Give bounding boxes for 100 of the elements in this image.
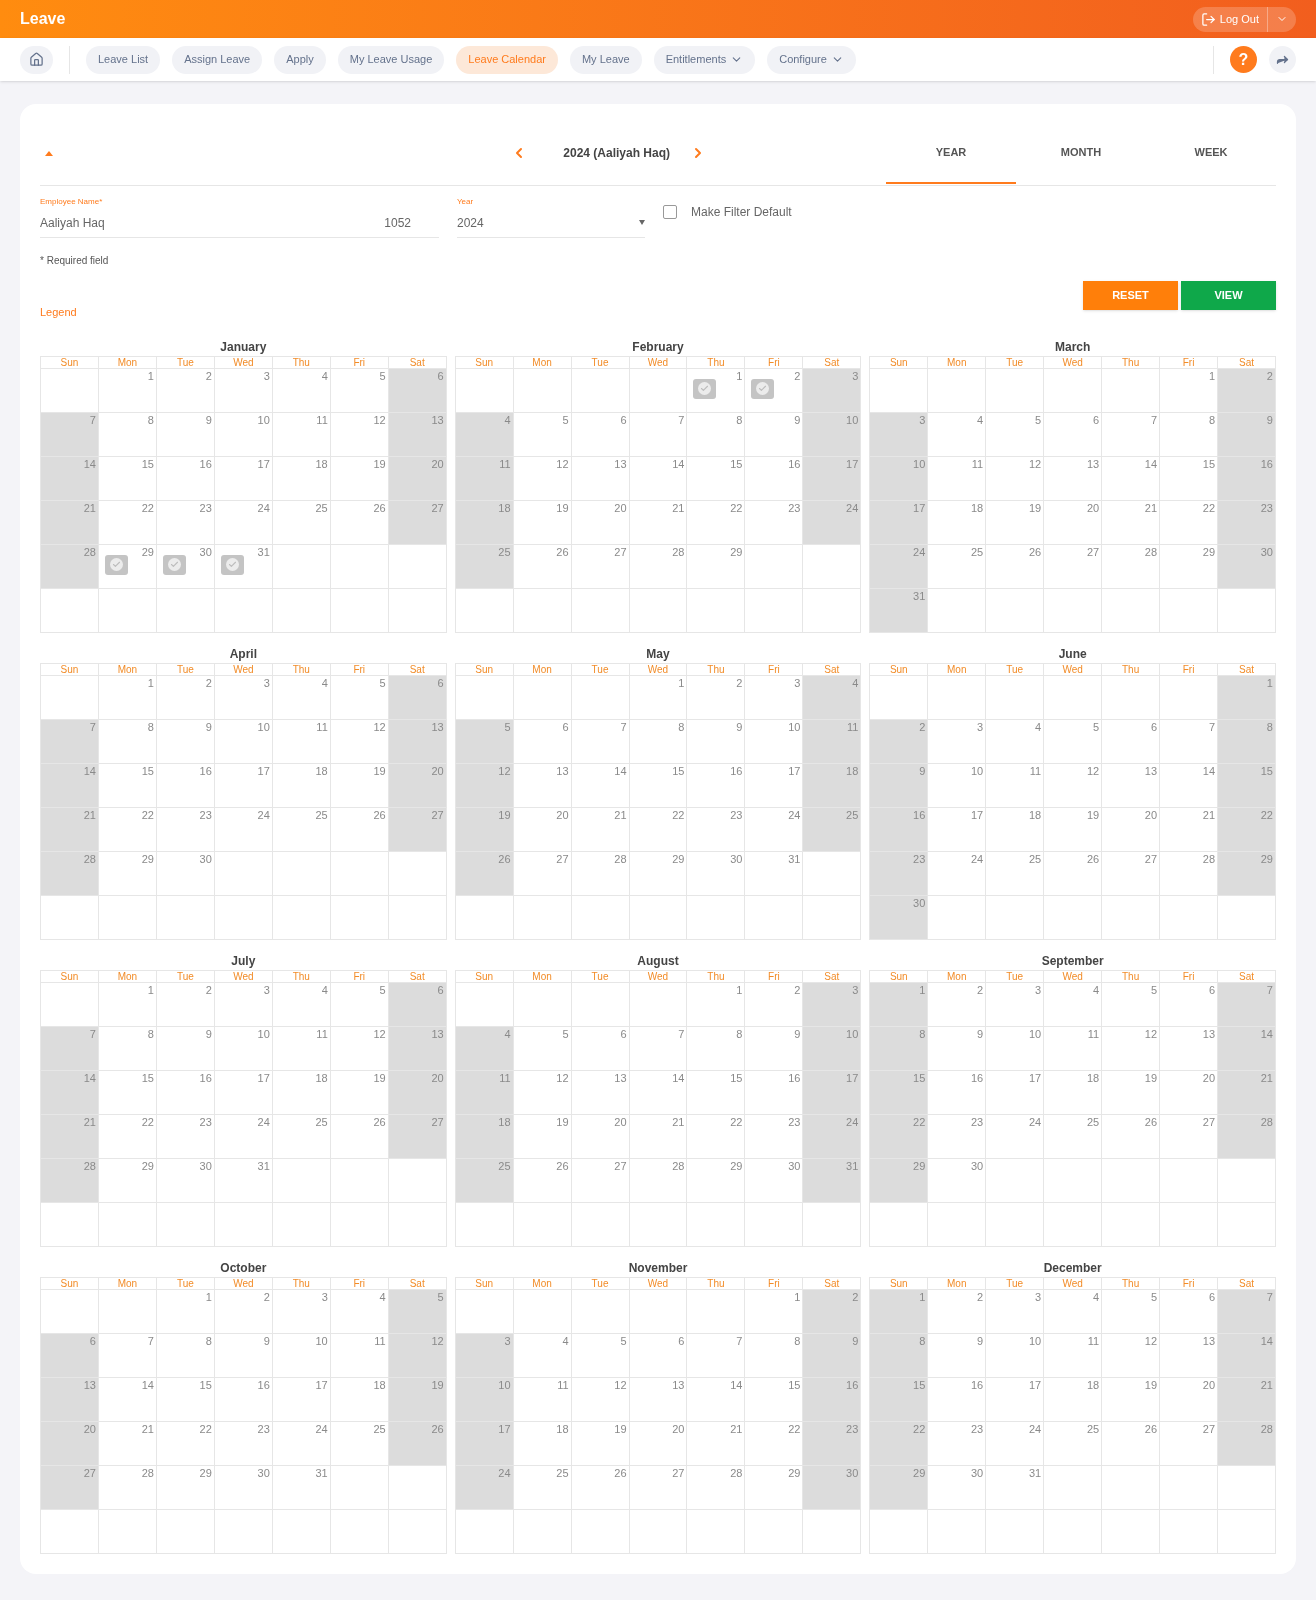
day-number: 4 bbox=[504, 413, 511, 426]
day-number: 19 bbox=[1028, 501, 1042, 514]
nav-tab[interactable]: My Leave Usage bbox=[337, 45, 445, 74]
nav-tab[interactable]: Apply bbox=[274, 45, 326, 74]
weekday-header: Thu bbox=[1102, 356, 1161, 369]
day-number: 2 bbox=[263, 1290, 270, 1303]
day-number: 9 bbox=[1266, 413, 1273, 426]
day-number: 28 bbox=[672, 545, 685, 558]
leave-check-icon[interactable] bbox=[104, 554, 128, 575]
day-number: 27 bbox=[556, 852, 569, 865]
logout-label[interactable]: Log Out bbox=[1219, 10, 1259, 28]
day-number: 7 bbox=[736, 1334, 743, 1347]
day-number: 15 bbox=[141, 1071, 154, 1084]
leave-check-icon[interactable] bbox=[162, 554, 186, 575]
weekday-header: Sat bbox=[1218, 663, 1276, 676]
day-number: 3 bbox=[794, 676, 801, 689]
view-button[interactable]: VIEW bbox=[1181, 281, 1276, 310]
day-number: 6 bbox=[678, 1334, 685, 1347]
leave-check-icon[interactable] bbox=[751, 378, 775, 399]
weekday-header: Tue bbox=[156, 356, 215, 369]
reset-button[interactable]: RESET bbox=[1083, 281, 1178, 310]
weekday-header: Thu bbox=[1102, 1277, 1161, 1290]
day-number: 5 bbox=[1150, 983, 1158, 996]
share-button[interactable] bbox=[1269, 46, 1296, 73]
day-number: 9 bbox=[205, 720, 212, 733]
day-number: 7 bbox=[678, 1027, 685, 1040]
weekday-header: Sun bbox=[41, 1277, 99, 1290]
nav-tab[interactable]: Configure bbox=[767, 45, 856, 74]
checkbox[interactable] bbox=[663, 205, 677, 219]
day-number: 8 bbox=[205, 1334, 212, 1347]
day-number: 18 bbox=[315, 1071, 328, 1084]
day-number: 7 bbox=[89, 1027, 96, 1040]
weekday-header: Sun bbox=[870, 970, 929, 983]
day-number: 12 bbox=[498, 764, 511, 777]
day-number: 13 bbox=[556, 764, 569, 777]
day-number: 7 bbox=[1150, 413, 1158, 426]
day-number: 30 bbox=[199, 1159, 212, 1172]
nav-tab[interactable]: My Leave bbox=[569, 45, 642, 74]
day-number: 11 bbox=[557, 1378, 569, 1391]
month-title: April bbox=[228, 645, 258, 662]
logout-button[interactable]: Log Out bbox=[1192, 6, 1296, 32]
day-number: 16 bbox=[199, 457, 212, 470]
day-number: 24 bbox=[1028, 1422, 1042, 1435]
view-tab[interactable]: WEEK bbox=[1146, 122, 1276, 184]
nav-tab[interactable]: Leave List bbox=[86, 45, 161, 74]
day-number: 22 bbox=[141, 1115, 154, 1128]
day-number: 25 bbox=[498, 545, 511, 558]
day-number: 18 bbox=[1086, 1378, 1100, 1391]
leave-check-icon[interactable] bbox=[693, 378, 717, 399]
nav-tab[interactable]: Entitlements bbox=[653, 45, 756, 74]
view-tab[interactable]: MONTH bbox=[1016, 122, 1146, 184]
day-number: 13 bbox=[83, 1378, 96, 1391]
day-number: 14 bbox=[83, 1071, 96, 1084]
day-number: 26 bbox=[1086, 852, 1100, 865]
day-number: 13 bbox=[1144, 764, 1158, 777]
day-number: 31 bbox=[846, 1159, 859, 1172]
day-number: 29 bbox=[141, 1159, 154, 1172]
leave-check-icon[interactable] bbox=[220, 554, 244, 575]
day-number: 23 bbox=[970, 1115, 984, 1128]
day-number: 19 bbox=[1086, 808, 1100, 821]
day-number: 3 bbox=[852, 369, 859, 382]
weekday-header: Fri bbox=[330, 356, 389, 369]
weekday-header: Mon bbox=[513, 1277, 572, 1290]
day-number: 31 bbox=[315, 1466, 328, 1479]
day-number: 19 bbox=[373, 764, 386, 777]
weekday-header: Wed bbox=[214, 970, 273, 983]
day-number: 12 bbox=[556, 1071, 569, 1084]
day-number: 12 bbox=[1028, 457, 1042, 470]
day-number: 22 bbox=[788, 1422, 801, 1435]
weekday-header: Mon bbox=[513, 663, 572, 676]
year-dropdown[interactable]: 2024 bbox=[457, 208, 645, 238]
day-number: 9 bbox=[919, 764, 926, 777]
day-number: 17 bbox=[788, 764, 801, 777]
day-number: 14 bbox=[1260, 1334, 1273, 1347]
employee-name: Aaliyah Haq bbox=[40, 214, 105, 232]
day-number: 24 bbox=[846, 501, 859, 514]
day-number: 14 bbox=[1202, 764, 1216, 777]
day-number: 19 bbox=[373, 1071, 386, 1084]
day-number: 29 bbox=[672, 852, 685, 865]
view-tab[interactable]: YEAR bbox=[886, 122, 1016, 184]
help-button[interactable]: ? bbox=[1230, 46, 1257, 73]
day-number: 7 bbox=[1208, 720, 1216, 733]
day-number: 22 bbox=[672, 808, 685, 821]
day-number: 12 bbox=[373, 413, 386, 426]
day-number: 17 bbox=[315, 1378, 328, 1391]
day-number: 31 bbox=[788, 852, 801, 865]
day-number: 25 bbox=[373, 1422, 386, 1435]
weekday-header: Wed bbox=[214, 663, 273, 676]
month-title: June bbox=[1057, 645, 1088, 662]
collapse-icon[interactable] bbox=[45, 150, 53, 156]
employee-field[interactable]: Aaliyah Haq 1052 bbox=[40, 208, 439, 238]
home-button[interactable] bbox=[20, 45, 53, 74]
day-number: 17 bbox=[970, 808, 984, 821]
day-number: 2 bbox=[1266, 369, 1273, 382]
day-number: 11 bbox=[374, 1334, 386, 1347]
day-number: 21 bbox=[1202, 808, 1216, 821]
month-title: February bbox=[631, 338, 685, 355]
nav-tab[interactable]: Assign Leave bbox=[172, 45, 263, 74]
day-number: 8 bbox=[1266, 720, 1273, 733]
day-number: 25 bbox=[315, 1115, 328, 1128]
